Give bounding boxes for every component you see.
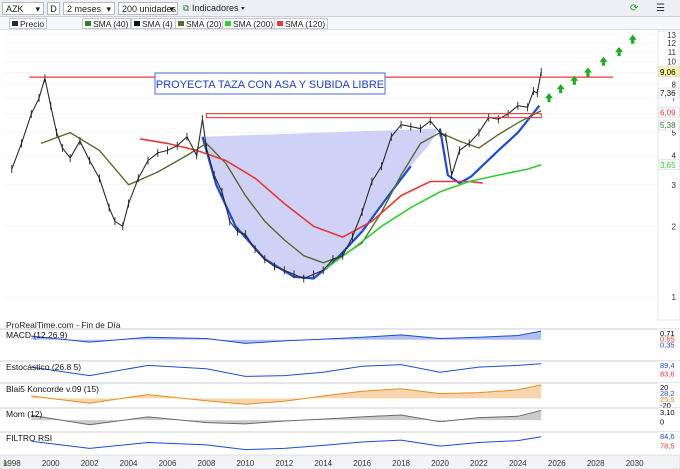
price-axis: 123456789101112139,067,366,095,383,65 [657,30,680,321]
price-label: 5,38 [660,121,676,130]
x-tick-label: 2014 [314,459,332,468]
panel-label: MACD (12.26.9) [6,330,68,340]
x-tick-label: 2000 [42,459,60,468]
x-tick-label: 1998 [3,459,21,468]
y-tick-label: 13 [667,31,676,40]
cup-fill [202,128,439,279]
price-label: 6,09 [660,108,676,117]
x-tick-label: 2028 [587,459,605,468]
x-tick-label: 2020 [431,459,449,468]
panel-label: FILTRO RSI [6,433,52,443]
projection-arrow-icon [556,84,565,94]
panel-line [31,330,542,344]
x-tick-label: 2022 [470,459,488,468]
x-tick-label: 2004 [120,459,138,468]
panel-label: Estocástico (26.8 5) [6,362,81,372]
price-label: 7,36 [660,89,676,98]
x-tick-label: 2002 [81,459,99,468]
price-label: 3,65 [660,161,676,170]
x-tick-label: 2012 [275,459,293,468]
panel-axis-label: 84,6 [660,432,675,441]
x-tick-label: 2006 [159,459,177,468]
projection-arrow-icon [628,34,637,44]
price-label: 9,06 [660,68,676,77]
x-tick-label: 2018 [392,459,410,468]
y-tick-label: 1 [672,293,677,302]
x-tick-label: 2008 [198,459,216,468]
projection-arrow-icon [615,46,624,56]
panel-line [31,436,542,451]
pattern-layer [201,105,541,280]
indicator-panels: MACD (12.26.9) 0,710,650,35Estocástico (2… [0,328,680,452]
x-tick-label: 2024 [509,459,527,468]
y-tick-label: 4 [672,151,677,160]
y-tick-label: 11 [668,48,677,57]
projection-arrow-icon [583,67,592,77]
projection-arrow-icon [545,93,553,103]
source-label: ProRealTime.com - Fin de Día [6,320,121,330]
x-tick-label: 2030 [626,459,644,468]
time-axis-background [0,454,680,469]
panel-axis-label: 78,5 [660,442,675,451]
annotation-text: PROYECTA TAZA CON ASA Y SUBIDA LIBRE [156,79,384,91]
x-tick-label: 2026 [548,459,566,468]
panel-axis-label: 3,10 [660,408,675,417]
y-tick-label: 12 [667,39,676,48]
x-tick-label: 2016 [353,459,371,468]
support-band [205,113,542,119]
panel-label: Blai5 Koncorde v.09 (15) [6,384,99,394]
panel-line [31,363,542,377]
time-axis: «1998 2000 2002 2004 2006 2008 2010 2012 2014 201… [0,454,680,469]
panel-axis-label: 83,6 [660,370,675,379]
y-tick-label: 3 [672,181,677,190]
y-tick-label: 10 [667,58,676,67]
panel-axis-label: 0,35 [660,340,675,349]
panel-axis-label: 0 [660,418,664,427]
price-chart[interactable]: 123456789101112139,067,366,095,383,65 MA… [0,0,680,469]
x-tick-label: 2010 [236,459,254,468]
projection-arrow-icon [599,56,608,66]
panel-label: Mom (12) [6,409,43,419]
panel-line [31,409,542,426]
y-tick-label: 2 [672,222,677,231]
